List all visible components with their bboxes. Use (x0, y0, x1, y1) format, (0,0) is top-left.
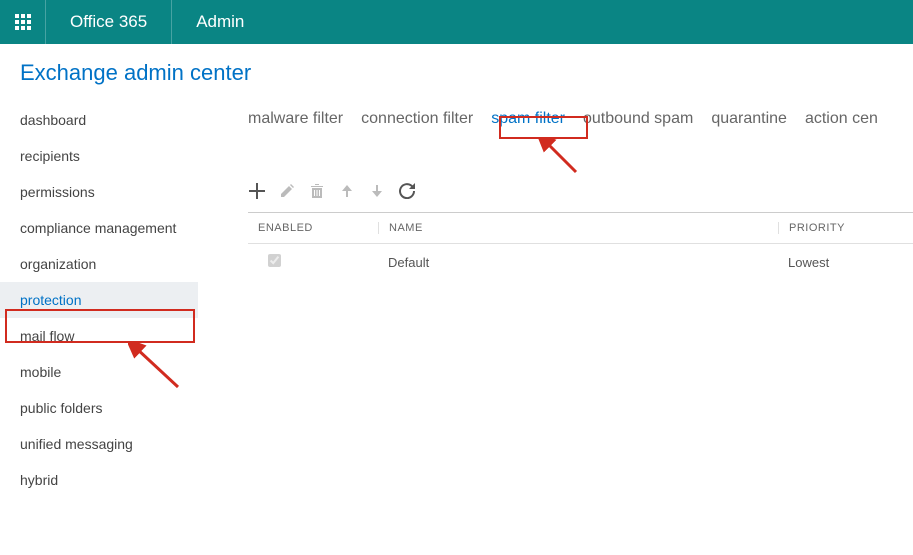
global-header: Office 365 Admin (0, 0, 913, 44)
col-header-enabled[interactable]: ENABLED (248, 222, 378, 234)
app-launcher-button[interactable] (0, 0, 46, 44)
row-name-cell: Default (378, 255, 778, 270)
page-title: Exchange admin center (0, 44, 913, 100)
brand-link[interactable]: Office 365 (46, 0, 172, 44)
delete-button[interactable] (308, 182, 326, 200)
col-header-priority[interactable]: PRIORITY (778, 222, 913, 234)
tab-row: malware filter connection filter spam fi… (248, 100, 913, 128)
table-header-row: ENABLED NAME PRIORITY (248, 213, 913, 244)
sidebar-item-recipients[interactable]: recipients (0, 138, 198, 174)
section-link[interactable]: Admin (172, 0, 268, 44)
filter-table: ENABLED NAME PRIORITY Default Lowest (248, 212, 913, 280)
content-area: malware filter connection filter spam fi… (198, 100, 913, 498)
waffle-icon (15, 14, 31, 30)
table-row[interactable]: Default Lowest (248, 244, 913, 280)
sidebar-item-protection[interactable]: protection (0, 282, 198, 318)
sidebar-item-organization[interactable]: organization (0, 246, 198, 282)
sidebar-item-public-folders[interactable]: public folders (0, 390, 198, 426)
edit-button[interactable] (278, 182, 296, 200)
tab-outbound-spam[interactable]: outbound spam (583, 110, 693, 128)
row-priority-cell: Lowest (778, 255, 913, 270)
add-button[interactable] (248, 182, 266, 200)
refresh-icon (399, 183, 415, 199)
tab-quarantine[interactable]: quarantine (711, 110, 787, 128)
col-header-name[interactable]: NAME (378, 222, 778, 234)
arrow-down-icon (369, 183, 385, 199)
tab-spam-filter[interactable]: spam filter (491, 110, 565, 128)
sidebar-item-unified-messaging[interactable]: unified messaging (0, 426, 198, 462)
tab-connection-filter[interactable]: connection filter (361, 110, 473, 128)
sidebar-item-mail-flow[interactable]: mail flow (0, 318, 198, 354)
toolbar (248, 128, 913, 208)
sidebar-item-mobile[interactable]: mobile (0, 354, 198, 390)
arrow-up-icon (339, 183, 355, 199)
pencil-icon (279, 183, 295, 199)
move-up-button[interactable] (338, 182, 356, 200)
sidebar-item-dashboard[interactable]: dashboard (0, 102, 198, 138)
move-down-button[interactable] (368, 182, 386, 200)
refresh-button[interactable] (398, 182, 416, 200)
row-enabled-checkbox[interactable] (268, 254, 281, 267)
tab-action-center[interactable]: action cen (805, 110, 878, 128)
plus-icon (249, 183, 265, 199)
tab-malware-filter[interactable]: malware filter (248, 110, 343, 128)
sidebar-item-compliance-management[interactable]: compliance management (0, 210, 198, 246)
sidebar-item-hybrid[interactable]: hybrid (0, 462, 198, 498)
trash-icon (309, 183, 325, 199)
sidebar-nav: dashboard recipients permissions complia… (0, 100, 198, 498)
sidebar-item-permissions[interactable]: permissions (0, 174, 198, 210)
